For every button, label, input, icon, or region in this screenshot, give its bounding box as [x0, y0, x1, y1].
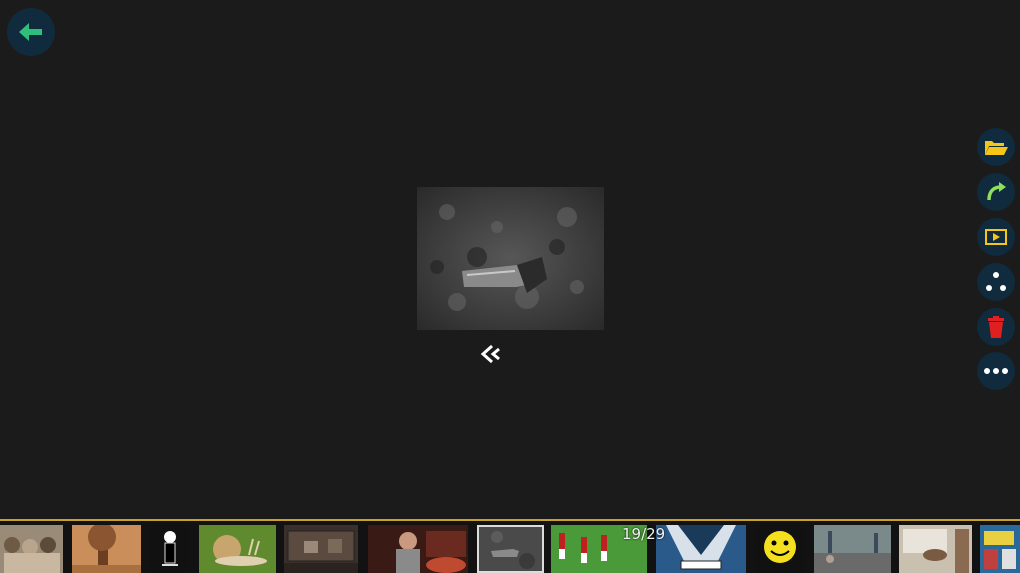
thumbnail-comic[interactable] [980, 525, 1020, 573]
more-icon [984, 368, 1008, 374]
rotate-right-icon [987, 182, 1006, 201]
open-folder-button[interactable] [977, 128, 1015, 166]
thumbnail-dog-indoors[interactable] [899, 525, 972, 573]
thumbnail-anime-character[interactable] [656, 525, 746, 573]
thumbnail-cat-in-room[interactable] [284, 525, 358, 573]
back-button[interactable] [7, 8, 55, 56]
previous-nav-button[interactable] [478, 343, 504, 365]
play-icon [985, 229, 1007, 245]
image-counter: 19/29 [622, 525, 666, 543]
delete-button[interactable] [977, 308, 1015, 346]
rotate-button[interactable] [977, 173, 1015, 211]
folder-open-icon [985, 141, 1008, 155]
thumbnail-tree[interactable] [72, 525, 141, 573]
thumbnail-smiley-face[interactable] [755, 525, 805, 573]
more-options-button[interactable] [977, 352, 1015, 390]
share-button[interactable] [977, 263, 1015, 301]
thumbnail-creature-on-ground[interactable] [477, 525, 544, 573]
thumbnail-street-scene[interactable] [814, 525, 891, 573]
trash-icon [988, 316, 1004, 338]
filmstrip[interactable] [0, 519, 1020, 573]
thumbnail-kittens[interactable] [0, 525, 63, 573]
main-image[interactable] [417, 187, 604, 330]
chevron-left-icon [480, 344, 500, 364]
thumbnail-snail[interactable] [199, 525, 276, 573]
thumbnail-woman-in-bedroom[interactable] [368, 525, 468, 573]
share-icon [986, 272, 1006, 291]
thumbnail-cartoon-figure[interactable] [150, 525, 190, 573]
slideshow-button[interactable] [977, 218, 1015, 256]
arrow-left-icon [19, 23, 42, 41]
